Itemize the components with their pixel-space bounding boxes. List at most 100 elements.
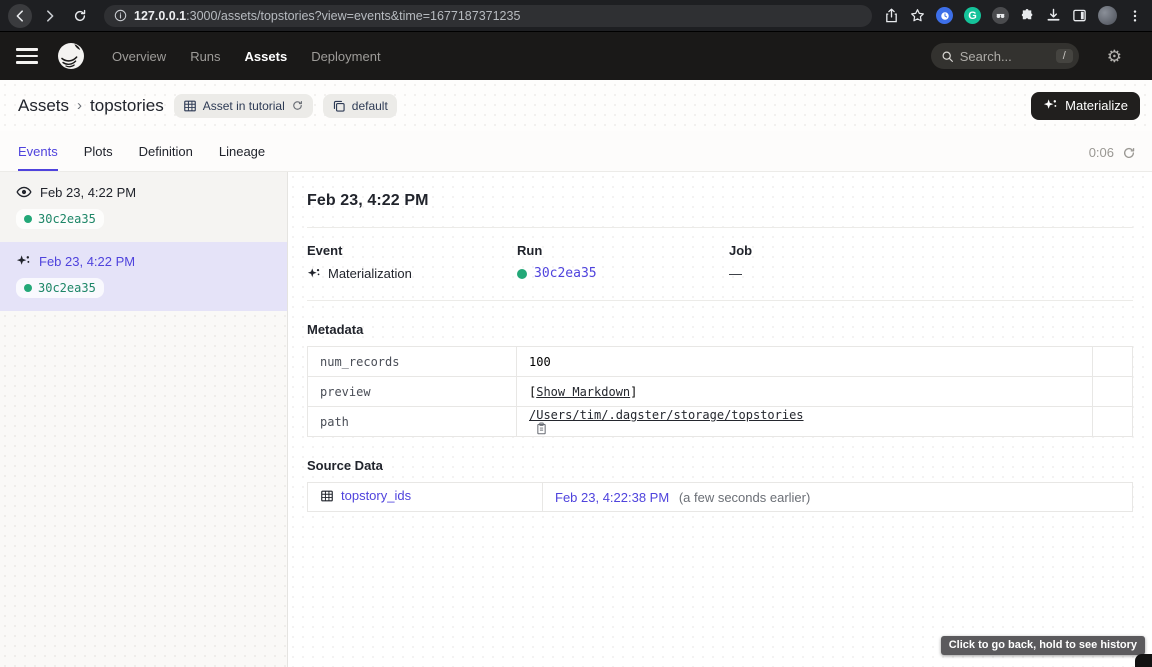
nav-item-assets[interactable]: Assets [235, 43, 298, 70]
tab-plots[interactable]: Plots [84, 144, 113, 171]
run-id: 30c2ea35 [38, 212, 96, 226]
forward-arrow-icon [43, 9, 57, 23]
breadcrumb-asset-name[interactable]: topstories [90, 96, 164, 116]
event-timestamp: Feb 23, 4:22 PM [40, 185, 136, 200]
copy-clipboard-icon[interactable] [535, 422, 548, 435]
event-type-value: Materialization [307, 266, 517, 281]
browser-back-button[interactable] [8, 4, 32, 28]
extensions-puzzle-icon[interactable] [1020, 8, 1035, 23]
browser-forward-button[interactable] [38, 4, 62, 28]
run-status-dot [517, 269, 527, 279]
run-tag[interactable]: 30c2ea35 [16, 278, 104, 298]
metadata-table: num_records 100 preview [Show Markdown] … [307, 346, 1133, 437]
metadata-spacer-cell [1093, 407, 1133, 437]
search-placeholder: Search... [960, 49, 1050, 64]
reload-icon [73, 9, 87, 23]
event-detail-panel: Feb 23, 4:22 PM Event Materialization Ru… [288, 172, 1152, 667]
event-column-label: Event [307, 243, 517, 258]
source-event-note: (a few seconds earlier) [679, 490, 811, 505]
tab-definition[interactable]: Definition [139, 144, 193, 171]
repo-label: default [352, 99, 388, 113]
bookmark-star-icon[interactable] [910, 8, 925, 23]
refresh-icon[interactable] [1122, 146, 1136, 160]
event-type-text: Materialization [328, 266, 412, 281]
browser-back-tooltip: Click to go back, hold to see history [941, 636, 1145, 655]
browser-menu-kebab-icon[interactable] [1128, 9, 1142, 23]
source-data-table: topstory_ids Feb 23, 4:22:38 PM (a few s… [307, 482, 1133, 512]
breadcrumb-assets-link[interactable]: Assets [18, 96, 69, 116]
browser-reload-button[interactable] [68, 4, 92, 28]
breadcrumb: Assets › topstories [18, 96, 164, 116]
asset-page-header: Assets › topstories Asset in tutorial de… [0, 80, 1152, 131]
run-status-dot [24, 284, 32, 292]
refresh-timer: 0:06 [1089, 145, 1136, 171]
materialization-sparkle-icon [16, 254, 31, 269]
history-menu-corner [1135, 654, 1152, 667]
url-text[interactable]: 127.0.0.1:3000/assets/topstories?view=ev… [134, 9, 520, 23]
run-id-link[interactable]: 30c2ea35 [534, 266, 597, 281]
event-summary-grid: Event Materialization Run 30c2ea35 Job — [307, 243, 1133, 281]
event-list-item-materialization-selected[interactable]: Feb 23, 4:22 PM 30c2ea35 [0, 242, 287, 311]
materialization-sparkle-icon [307, 267, 321, 281]
layers-copy-icon [332, 99, 346, 113]
tab-lineage[interactable]: Lineage [219, 144, 265, 171]
metadata-value: [Show Markdown] [517, 377, 1093, 407]
materialize-button[interactable]: Materialize [1031, 92, 1140, 120]
goggles-extension-icon[interactable] [992, 7, 1009, 24]
source-asset-link[interactable]: topstory_ids [320, 488, 411, 503]
divider [307, 227, 1133, 228]
bracket-close: ] [630, 385, 637, 399]
event-detail-title: Feb 23, 4:22 PM [307, 192, 1133, 210]
nav-item-runs[interactable]: Runs [180, 43, 230, 70]
tab-events[interactable]: Events [18, 144, 58, 171]
repo-badge[interactable]: default [323, 94, 397, 118]
run-id: 30c2ea35 [38, 281, 96, 295]
nav-item-overview[interactable]: Overview [102, 43, 176, 70]
refresh-countdown: 0:06 [1089, 145, 1114, 160]
run-column-label: Run [517, 243, 729, 258]
nav-item-deployment[interactable]: Deployment [301, 43, 390, 70]
reload-definitions-icon[interactable] [291, 99, 304, 112]
metadata-value: 100 [517, 347, 1093, 377]
browser-profile-avatar[interactable] [1098, 6, 1117, 25]
url-host: 127.0.0.1 [134, 9, 186, 23]
primary-nav: Overview Runs Assets Deployment [102, 43, 391, 70]
path-link[interactable]: /Users/tim/.dagster/storage/topstories [529, 408, 804, 422]
gear-icon[interactable]: ⚙ [1107, 48, 1122, 65]
job-value: — [729, 266, 742, 281]
search-input[interactable]: Search... / [931, 43, 1079, 69]
side-panel-icon[interactable] [1072, 8, 1087, 23]
metadata-spacer-cell [1093, 347, 1133, 377]
table-grid-icon [183, 99, 197, 113]
asset-group-label: Asset in tutorial [203, 99, 285, 113]
metadata-key: num_records [308, 347, 517, 377]
asset-group-badge[interactable]: Asset in tutorial [174, 94, 313, 118]
hamburger-menu-icon[interactable] [16, 48, 38, 64]
job-column-label: Job [729, 243, 939, 258]
table-grid-icon [320, 489, 334, 503]
event-timestamp: Feb 23, 4:22 PM [39, 254, 135, 269]
dagster-logo[interactable] [56, 41, 86, 71]
share-icon[interactable] [884, 8, 899, 23]
breadcrumb-separator: › [77, 97, 82, 114]
table-row: topstory_ids Feb 23, 4:22:38 PM (a few s… [308, 483, 1133, 512]
run-tag[interactable]: 30c2ea35 [16, 209, 104, 229]
downloads-icon[interactable] [1046, 8, 1061, 23]
metadata-section-title: Metadata [307, 322, 1133, 337]
url-path: :3000/assets/topstories?view=events&time… [186, 9, 520, 23]
address-bar[interactable]: 127.0.0.1:3000/assets/topstories?view=ev… [104, 5, 872, 27]
grammarly-extension-icon[interactable]: G [964, 7, 981, 24]
show-markdown-link[interactable]: Show Markdown [536, 385, 630, 399]
event-list-item-observation[interactable]: Feb 23, 4:22 PM 30c2ea35 [0, 172, 287, 242]
materialize-sparkle-icon [1043, 98, 1058, 113]
browser-toolbar: 127.0.0.1:3000/assets/topstories?view=ev… [0, 0, 1152, 32]
events-view: Feb 23, 4:22 PM 30c2ea35 Feb 23, 4:22 PM… [0, 171, 1152, 667]
clock-extension-icon[interactable] [936, 7, 953, 24]
event-list-sidebar: Feb 23, 4:22 PM 30c2ea35 Feb 23, 4:22 PM… [0, 172, 288, 667]
asset-tabs: Events Plots Definition Lineage 0:06 [0, 131, 1152, 171]
browser-actions: G [884, 6, 1144, 25]
table-row: path /Users/tim/.dagster/storage/topstor… [308, 407, 1133, 437]
site-info-icon[interactable] [114, 9, 127, 22]
source-event-time-link[interactable]: Feb 23, 4:22:38 PM [555, 490, 669, 505]
search-icon [941, 50, 954, 63]
